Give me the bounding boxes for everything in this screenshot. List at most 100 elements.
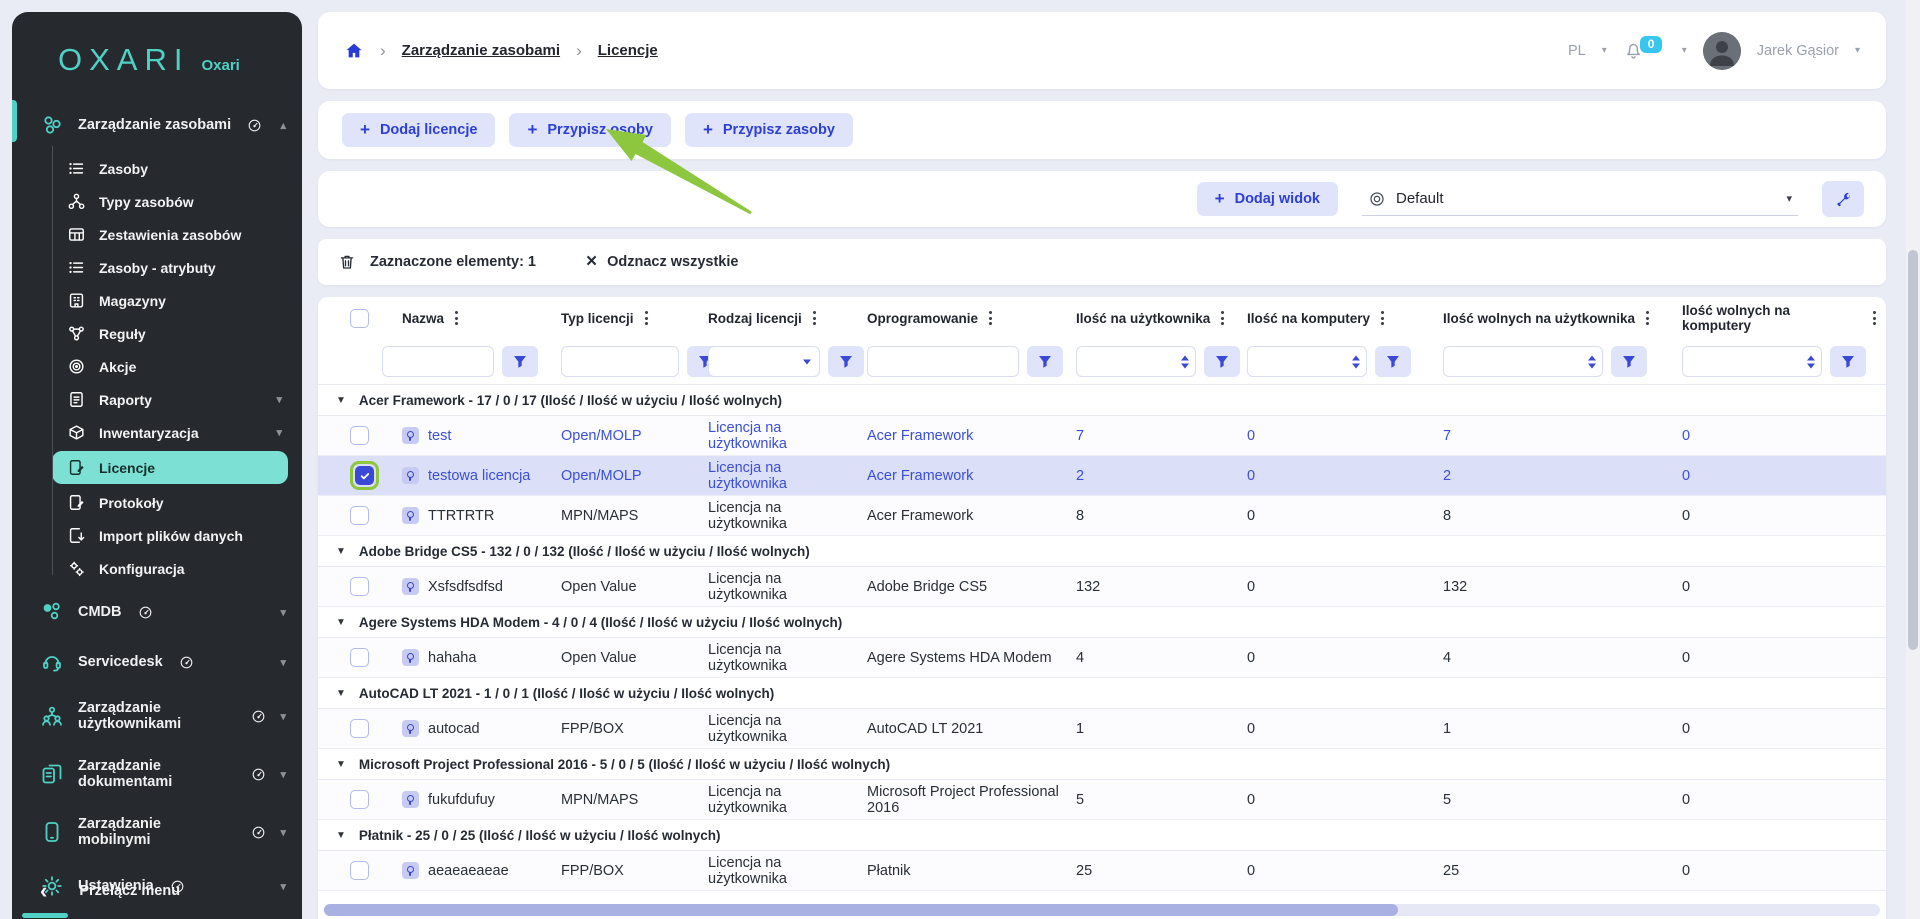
filter-input-oprogramowanie[interactable]	[867, 346, 1019, 377]
add-view-button[interactable]: + Dodaj widok	[1197, 182, 1338, 216]
group-row-microsoft-project-professional-2016[interactable]: ▼Microsoft Project Professional 2016 - 5…	[318, 749, 1886, 780]
table-row-testowa-licencja[interactable]: testowa licencjaOpen/MOLPLicencja na uży…	[318, 456, 1886, 496]
filter-input-typ-licencji[interactable]	[561, 346, 679, 377]
column-menu-icon[interactable]	[1219, 309, 1226, 327]
filter-input-ilo-wolnych-na-u-ytkownika[interactable]	[1443, 346, 1603, 377]
chevron-down-icon[interactable]: ▾	[1855, 45, 1860, 56]
table-row-hahaha[interactable]: hahahaOpen ValueLicencja na użytkownikaA…	[318, 638, 1886, 678]
license-name-link[interactable]: test	[428, 428, 451, 444]
table-row-aeaeaeaeae[interactable]: aeaeaeaeaeFPP/BOXLicencja na użytkownika…	[318, 851, 1886, 891]
sidebar-section-zarz-dzanie-u-ytkownikami[interactable]: Zarządzanie użytkownikami▾	[12, 687, 302, 745]
assign-assets-button[interactable]: + Przypisz zasoby	[685, 113, 853, 147]
sidebar-item-typy-zasob-w[interactable]: Typy zasobów	[52, 185, 302, 218]
license-name-link[interactable]: TTRTRTR	[428, 508, 494, 524]
assign-people-button[interactable]: + Przypisz osoby	[509, 113, 671, 147]
chevron-down-icon[interactable]: ▾	[1602, 45, 1607, 56]
number-spinner-icon[interactable]	[1807, 355, 1815, 368]
sidebar-item-protoko-y[interactable]: Protokoły	[52, 486, 302, 519]
filter-input-ilo-na-komputery[interactable]	[1247, 346, 1367, 377]
sidebar-toggle-menu[interactable]: ‹ Przełącz menu	[12, 871, 302, 911]
sidebar-item-akcje[interactable]: Akcje	[52, 350, 302, 383]
notifications[interactable]: 0	[1623, 40, 1644, 61]
table-row-fukufdufuy[interactable]: fukufdufuyMPN/MAPSLicencja na użytkownik…	[318, 780, 1886, 820]
chevron-down-icon[interactable]	[803, 359, 811, 364]
collapse-caret-icon[interactable]: ▼	[336, 759, 346, 770]
sidebar-item-import-plik-w-danych[interactable]: Import plików danych	[52, 519, 302, 552]
deselect-all-button[interactable]: × Odznacz wszystkie	[586, 254, 738, 270]
row-checkbox[interactable]	[350, 577, 369, 596]
sidebar-item-konfiguracja[interactable]: Konfiguracja	[52, 552, 302, 585]
column-menu-icon[interactable]	[811, 309, 818, 327]
filter-funnel-button[interactable]	[1375, 346, 1411, 377]
view-settings-button[interactable]	[1822, 181, 1864, 217]
locale-selector[interactable]: PL	[1568, 43, 1586, 59]
license-name-link[interactable]: testowa licencja	[428, 468, 530, 484]
group-row-agere-systems-hda-modem[interactable]: ▼Agere Systems HDA Modem - 4 / 0 / 4 (Il…	[318, 607, 1886, 638]
sidebar-item-inwentaryzacja[interactable]: Inwentaryzacja▾	[52, 416, 302, 449]
row-checkbox[interactable]	[350, 719, 369, 738]
column-menu-icon[interactable]	[1871, 309, 1878, 327]
sidebar-section-zarz-dzanie-zasobami[interactable]: Zarządzanie zasobami▴	[12, 100, 302, 150]
row-checkbox[interactable]	[350, 648, 369, 667]
filter-funnel-button[interactable]	[1611, 346, 1647, 377]
row-checkbox[interactable]	[355, 466, 374, 485]
table-row-test[interactable]: testOpen/MOLPLicencja na użytkownikaAcer…	[318, 416, 1886, 456]
filter-input-ilo-wolnych-na-komputery[interactable]	[1682, 346, 1822, 377]
group-row-autocad-lt-2021[interactable]: ▼AutoCAD LT 2021 - 1 / 0 / 1 (Ilość / Il…	[318, 678, 1886, 709]
sidebar-item-licencje[interactable]: Licencje	[52, 451, 288, 484]
table-row-autocad[interactable]: autocadFPP/BOXLicencja na użytkownikaAut…	[318, 709, 1886, 749]
license-name-link[interactable]: aeaeaeaeae	[428, 863, 509, 879]
number-spinner-icon[interactable]	[1352, 355, 1360, 368]
sidebar-item-zasoby[interactable]: Zasoby	[52, 152, 302, 185]
user-name[interactable]: Jarek Gąsior	[1757, 43, 1839, 59]
breadcrumb-link-zarzadzanie-zasobami[interactable]: Zarządzanie zasobami	[402, 42, 560, 59]
select-all-checkbox[interactable]	[350, 309, 369, 328]
number-spinner-icon[interactable]	[1181, 355, 1189, 368]
breadcrumb-link-licencje[interactable]: Licencje	[598, 42, 658, 59]
column-menu-icon[interactable]	[1379, 309, 1386, 327]
column-menu-icon[interactable]	[453, 309, 460, 327]
collapse-caret-icon[interactable]: ▼	[336, 546, 346, 557]
filter-funnel-button[interactable]	[1027, 346, 1063, 377]
sidebar-section-zarz-dzanie-dokumentami[interactable]: Zarządzanie dokumentami▾	[12, 745, 302, 803]
group-row-adobe-bridge-cs5[interactable]: ▼Adobe Bridge CS5 - 132 / 0 / 132 (Ilość…	[318, 536, 1886, 567]
sidebar-section-servicedesk[interactable]: Servicedesk▾	[12, 637, 302, 687]
row-checkbox[interactable]	[350, 426, 369, 445]
sidebar-item-regu-y[interactable]: Reguły	[52, 317, 302, 350]
add-license-button[interactable]: + Dodaj licencje	[342, 113, 495, 147]
table-row-xsfsdfsdfsd[interactable]: XsfsdfsdfsdOpen ValueLicencja na użytkow…	[318, 567, 1886, 607]
chevron-down-icon[interactable]: ▾	[1682, 45, 1687, 56]
collapse-caret-icon[interactable]: ▼	[336, 395, 346, 406]
filter-funnel-button[interactable]	[502, 346, 538, 377]
column-menu-icon[interactable]	[643, 309, 650, 327]
sidebar-section-zarz-dzanie-mobilnymi[interactable]: Zarządzanie mobilnymi▾	[12, 803, 302, 861]
sidebar-scrollbar-thumb[interactable]	[22, 913, 68, 918]
license-name-link[interactable]: autocad	[428, 721, 480, 737]
collapse-caret-icon[interactable]: ▼	[336, 830, 346, 841]
collapse-caret-icon[interactable]: ▼	[336, 688, 346, 699]
page-scrollbar-thumb[interactable]	[1908, 250, 1918, 650]
filter-funnel-button[interactable]	[1830, 346, 1866, 377]
sidebar-item-zestawienia-zasob-w[interactable]: Zestawienia zasobów	[52, 218, 302, 251]
table-row-ttrtrtr[interactable]: TTRTRTRMPN/MAPSLicencja na użytkownikaAc…	[318, 496, 1886, 536]
number-spinner-icon[interactable]	[1588, 355, 1596, 368]
filter-input-ilo-na-u-ytkownika[interactable]	[1076, 346, 1196, 377]
license-name-link[interactable]: hahaha	[428, 650, 476, 666]
column-menu-icon[interactable]	[1644, 309, 1651, 327]
sidebar-item-magazyny[interactable]: Magazyny	[52, 284, 302, 317]
horizontal-scrollbar[interactable]	[324, 904, 1880, 916]
collapse-caret-icon[interactable]: ▼	[336, 617, 346, 628]
horizontal-scrollbar-thumb[interactable]	[324, 904, 1398, 916]
license-name-link[interactable]: Xsfsdfsdfsd	[428, 579, 503, 595]
filter-funnel-button[interactable]	[828, 346, 864, 377]
group-row-p-atnik[interactable]: ▼Płatnik - 25 / 0 / 25 (Ilość / Ilość w …	[318, 820, 1886, 851]
sidebar-section-cmdb[interactable]: CMDB▾	[12, 587, 302, 637]
group-row-acer-framework[interactable]: ▼Acer Framework - 17 / 0 / 17 (Ilość / I…	[318, 385, 1886, 416]
row-checkbox[interactable]	[350, 861, 369, 880]
page-scrollbar[interactable]	[1906, 0, 1920, 919]
user-avatar[interactable]	[1703, 32, 1741, 70]
view-selector[interactable]: Default ▾	[1362, 183, 1798, 216]
row-checkbox[interactable]	[350, 506, 369, 525]
filter-input-nazwa[interactable]	[382, 346, 494, 377]
home-icon[interactable]	[344, 41, 364, 61]
